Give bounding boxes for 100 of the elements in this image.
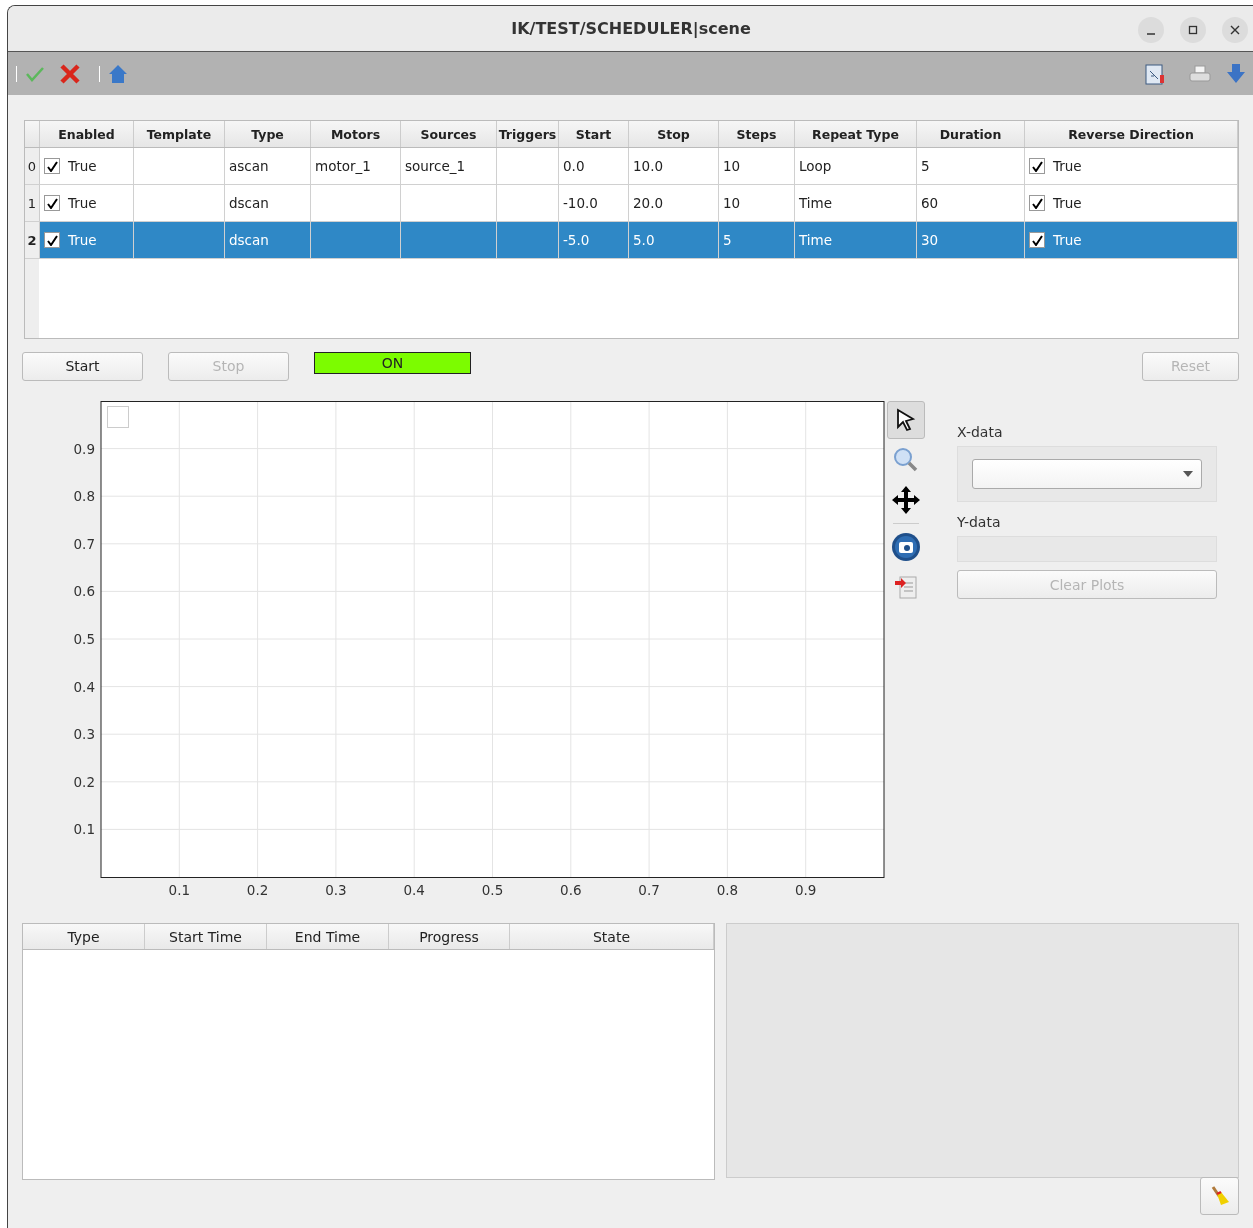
tick-label: 0.3 — [73, 726, 95, 743]
cursor-icon — [895, 408, 917, 432]
table-cell: 10 — [723, 158, 741, 174]
checkbox[interactable] — [1029, 158, 1045, 174]
tick-label: 0.9 — [794, 882, 817, 898]
table-cell: True — [1053, 232, 1082, 248]
tick-label: 0.7 — [638, 882, 660, 898]
table-cell: True — [1053, 195, 1082, 211]
close-button[interactable] — [1222, 17, 1248, 43]
table-cell: motor_1 — [315, 158, 371, 174]
checkbox[interactable] — [1029, 195, 1045, 211]
column-header[interactable]: Type — [225, 121, 311, 147]
table-cell: 10.0 — [633, 158, 664, 174]
move-icon — [891, 485, 921, 515]
table-cell: Loop — [799, 158, 832, 174]
column-header[interactable]: Progress — [389, 924, 510, 949]
tick-label: 0.5 — [73, 631, 95, 647]
table-cell: True — [68, 232, 97, 248]
table-row[interactable]: 2 True dscan -5.0 5.0 5 Time 30 True — [25, 222, 1238, 259]
tick-label: 0.1 — [168, 882, 191, 898]
row-header[interactable]: 2 — [25, 222, 40, 258]
tick-label: 0.8 — [73, 488, 95, 505]
table-cell: ascan — [229, 158, 269, 174]
checkmark-icon — [46, 234, 58, 246]
tick-label: 0.2 — [246, 882, 269, 898]
document-icon[interactable] — [1144, 62, 1166, 85]
table-cell: dscan — [229, 195, 269, 211]
tick-label: 0.4 — [403, 882, 425, 898]
tick-label: 0.2 — [73, 773, 95, 790]
column-header[interactable]: Stop — [629, 121, 719, 147]
table-cell: True — [1053, 158, 1082, 174]
minimize-icon — [1146, 33, 1156, 35]
column-header[interactable]: State — [510, 924, 714, 949]
start-button[interactable]: Start — [22, 351, 143, 381]
column-header[interactable]: Sources — [401, 121, 497, 147]
column-header[interactable]: End Time — [267, 924, 389, 949]
column-header[interactable]: Motors — [311, 121, 401, 147]
window-title: IK/TEST/SCHEDULER|scene — [511, 19, 751, 38]
table-cell: 5 — [921, 158, 930, 174]
table-cell: source_1 — [405, 158, 466, 174]
column-header[interactable]: Steps — [719, 121, 795, 147]
export-document-icon — [894, 574, 918, 600]
clear-log-button[interactable] — [1200, 1177, 1239, 1215]
table-cell: 5.0 — [633, 232, 655, 248]
table-row[interactable]: 1 True dscan -10.0 20.0 10 Time 60 True — [25, 185, 1238, 222]
tick-label: 0.7 — [73, 535, 95, 552]
table-cell: 30 — [921, 232, 939, 248]
plot-checkbox[interactable] — [107, 406, 129, 428]
table-cell: 5 — [723, 232, 732, 248]
camera-icon — [891, 532, 921, 562]
checkmark-icon — [1031, 160, 1043, 172]
checkmark-icon — [1031, 197, 1043, 209]
table-cell: Time — [799, 232, 833, 248]
tick-label: 0.3 — [325, 882, 347, 898]
table-cell: dscan — [229, 232, 269, 248]
pointer-tool-button[interactable] — [887, 401, 925, 439]
tick-label: 0.8 — [716, 882, 739, 898]
tick-label: 0.4 — [73, 678, 95, 695]
tick-label: 0.6 — [560, 882, 582, 898]
checkmark-icon — [46, 160, 58, 172]
maximize-button[interactable] — [1180, 17, 1206, 43]
checkbox[interactable] — [44, 195, 60, 211]
status-indicator: ON — [314, 352, 471, 374]
checkbox[interactable] — [1029, 232, 1045, 248]
table-cell: 0.0 — [563, 158, 585, 174]
table-cell: 60 — [921, 195, 939, 211]
checkmark-icon — [1031, 234, 1043, 246]
maximize-icon — [1188, 25, 1198, 35]
row-header[interactable]: 0 — [25, 148, 40, 184]
table-row[interactable]: 0 True ascan motor_1 source_1 0.0 10.0 10 Loop 5 True — [25, 148, 1238, 185]
table-cell: -5.0 — [563, 232, 590, 248]
caret-icon — [1183, 471, 1193, 477]
table-cell: -10.0 — [563, 195, 598, 211]
checkmark-icon — [46, 197, 58, 209]
tick-label: 0.9 — [73, 440, 95, 457]
table-cell: True — [68, 195, 97, 211]
column-header[interactable]: Repeat Type — [795, 121, 917, 147]
column-header[interactable]: Reverse Direction — [1025, 121, 1238, 147]
column-header[interactable]: Type — [23, 924, 145, 949]
tick-label: 0.1 — [73, 821, 95, 838]
close-icon — [1230, 25, 1240, 35]
column-header[interactable]: Start — [559, 121, 629, 147]
column-header[interactable]: Duration — [917, 121, 1025, 147]
minimize-button[interactable] — [1138, 17, 1164, 43]
x-data-label: X-data — [957, 424, 1004, 440]
column-header[interactable]: Start Time — [145, 924, 267, 949]
checkbox[interactable] — [44, 158, 60, 174]
row-header[interactable]: 1 — [25, 185, 40, 221]
checkbox[interactable] — [44, 232, 60, 248]
column-header[interactable]: Triggers — [497, 121, 559, 147]
table-cell: True — [68, 158, 97, 174]
table-cell: Time — [799, 195, 833, 211]
table-cell: 10 — [723, 195, 741, 211]
y-data-label: Y-data — [957, 514, 1002, 530]
magnifier-icon — [893, 447, 919, 473]
tick-label: 0.6 — [73, 583, 95, 600]
column-header[interactable]: Enabled — [40, 121, 134, 147]
table-cell: 20.0 — [633, 195, 664, 211]
tick-label: 0.5 — [481, 882, 504, 898]
column-header[interactable]: Template — [134, 121, 225, 147]
